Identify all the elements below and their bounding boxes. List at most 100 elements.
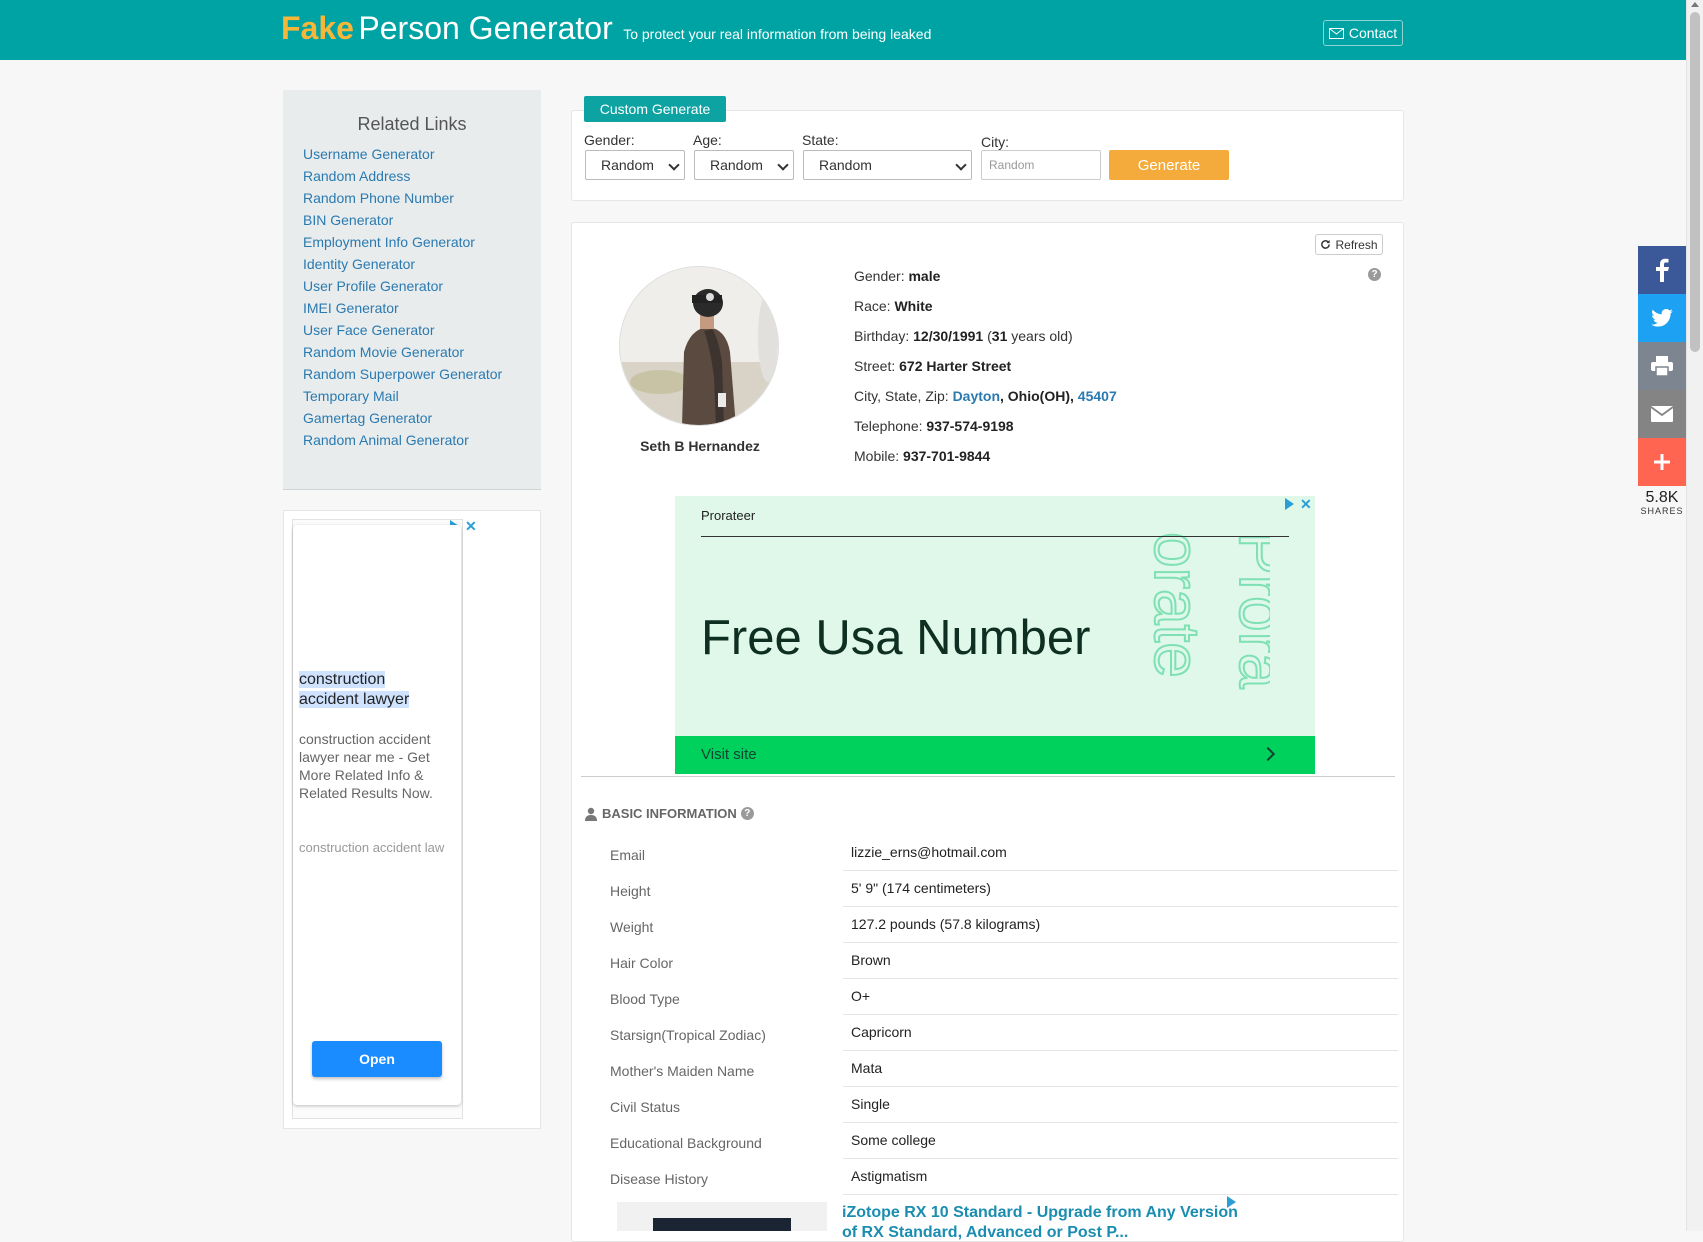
close-ad-icon[interactable]: ✕ (465, 519, 477, 533)
custom-generate-tab[interactable]: Custom Generate (584, 96, 726, 122)
svg-text:Prora: Prora (1226, 532, 1270, 689)
more-share-button[interactable] (1638, 438, 1686, 486)
facebook-icon (1656, 258, 1669, 282)
mail-icon (1328, 27, 1344, 39)
adchoices-icon[interactable] (1227, 1196, 1236, 1208)
share-label: SHARES (1640, 506, 1684, 516)
bottom-ad-title[interactable]: iZotope RX 10 Standard - Upgrade from An… (842, 1204, 1238, 1222)
print-button[interactable] (1638, 342, 1686, 390)
center-ad-divider (701, 536, 1289, 537)
related-link[interactable]: IMEI Generator (303, 297, 541, 319)
telephone-value: 937-574-9198 (926, 418, 1014, 434)
sidebar-ad: ✕ construction accident lawyer construct… (283, 510, 541, 1129)
related-links-title: Related Links (357, 114, 467, 134)
center-ad[interactable]: Prora orate Prorateer Free Usa Number ✕ … (675, 496, 1315, 774)
refresh-button[interactable]: Refresh (1315, 234, 1383, 255)
row-key: Weight (610, 918, 654, 935)
email-icon (1651, 406, 1673, 422)
related-link[interactable]: User Face Generator (303, 319, 541, 341)
age-select[interactable]: Random (694, 150, 794, 180)
print-icon (1651, 356, 1673, 376)
birthday-line: Birthday: 12/30/1991 (31 years old) (854, 325, 1117, 355)
site-logo[interactable]: Fake Person Generator To protect your re… (281, 10, 931, 47)
table-row: Starsign(Tropical Zodiac) Capricorn (580, 1014, 1398, 1051)
sidebar-ad-headline[interactable]: construction accident lawyer (299, 670, 449, 710)
visit-site-bar[interactable]: Visit site (675, 736, 1315, 774)
ad-open-button[interactable]: Open (312, 1041, 442, 1077)
zip-link[interactable]: 45407 (1078, 388, 1117, 404)
table-row: Mother's Maiden Name Mata (580, 1050, 1398, 1087)
city-input[interactable] (981, 150, 1101, 180)
row-value: Mata (843, 1050, 1398, 1087)
generate-button[interactable]: Generate (1109, 150, 1229, 180)
close-ad-icon[interactable]: ✕ (1300, 497, 1312, 511)
row-key: Mother's Maiden Name (610, 1062, 755, 1079)
related-link[interactable]: Random Superpower Generator (303, 363, 541, 385)
mobile-label: Mobile: (854, 448, 900, 464)
age-suffix: years old) (1011, 328, 1073, 344)
row-key: Blood Type (610, 990, 680, 1007)
related-link[interactable]: BIN Generator (303, 209, 541, 231)
user-icon (585, 807, 597, 821)
table-row: Weight 127.2 pounds (57.8 kilograms) (580, 906, 1398, 943)
gender-select[interactable]: Random (585, 150, 685, 180)
twitter-share-button[interactable] (1638, 294, 1686, 342)
state-select-value: Random (819, 157, 872, 173)
related-link[interactable]: Employment Info Generator (303, 231, 541, 253)
help-icon[interactable]: ? (740, 807, 754, 820)
gender-select-value: Random (601, 157, 654, 173)
bottom-ad-subtitle[interactable]: of RX Standard, Advanced or Post P... (842, 1224, 1128, 1242)
scrollbar-thumb[interactable] (1690, 12, 1700, 352)
share-count: 5.8K (1645, 489, 1679, 506)
scroll-up-icon[interactable] (1691, 2, 1699, 7)
brand-fake: Fake (281, 10, 354, 46)
city-state-zip-line: City, State, Zip: Dayton, Ohio(OH), 4540… (854, 385, 1117, 415)
facebook-share-button[interactable] (1638, 246, 1686, 294)
row-value: Capricorn (843, 1014, 1398, 1051)
row-value: O+ (843, 978, 1398, 1015)
race-value: White (894, 298, 933, 314)
gender-label: Gender: (584, 132, 635, 148)
race-line: Race: White (854, 295, 1117, 325)
adchoices-icon[interactable] (1285, 498, 1294, 510)
bottom-ad-choices[interactable] (1227, 1196, 1236, 1208)
person-photo (620, 267, 778, 425)
age-label: Age: (693, 132, 722, 148)
related-link[interactable]: Random Animal Generator (303, 429, 541, 451)
help-icon[interactable]: ? (1368, 268, 1381, 281)
refresh-icon (1321, 239, 1331, 249)
chevron-down-icon (777, 159, 789, 171)
ad-logo-watermark: Prora orate (1140, 532, 1270, 690)
related-link[interactable]: Temporary Mail (303, 385, 541, 407)
related-link[interactable]: Identity Generator (303, 253, 541, 275)
ad-headline-line2: accident lawyer (299, 691, 410, 708)
table-row: Email lizzie_erns@hotmail.com (580, 834, 1398, 871)
row-key: Starsign(Tropical Zodiac) (610, 1026, 766, 1043)
row-value: Single (843, 1086, 1398, 1123)
contact-button[interactable]: Contact (1323, 20, 1403, 46)
city-label: City: (981, 134, 1009, 150)
city-link[interactable]: Dayton (953, 388, 1000, 404)
street-line: Street: 672 Harter Street (854, 355, 1117, 385)
sidebar-ad-card[interactable]: construction accident lawyer constructio… (293, 525, 461, 1105)
visit-site-label: Visit site (701, 746, 757, 763)
csz-label: City, State, Zip: (854, 388, 949, 404)
bottom-ad-thumbnail (617, 1202, 827, 1231)
center-ad-choices[interactable]: ✕ (1285, 497, 1312, 511)
page-scrollbar[interactable] (1686, 0, 1703, 1231)
related-link[interactable]: Gamertag Generator (303, 407, 541, 429)
street-label: Street: (854, 358, 896, 374)
state-select[interactable]: Random (803, 150, 972, 180)
email-share-button[interactable] (1638, 390, 1686, 438)
profile-summary: Gender: male Race: White Birthday: 12/30… (854, 265, 1117, 475)
state-value: , Ohio(OH), (1000, 388, 1074, 404)
related-link[interactable]: Random Address (303, 165, 541, 187)
chevron-right-icon (1260, 746, 1276, 762)
brand-name: Person Generator (358, 10, 613, 46)
bottom-ad[interactable]: iZotope RX 10 Standard - Upgrade from An… (617, 1202, 1238, 1241)
related-link[interactable]: User Profile Generator (303, 275, 541, 297)
related-link[interactable]: Random Phone Number (303, 187, 541, 209)
related-link[interactable]: Username Generator (303, 143, 541, 165)
related-link[interactable]: Random Movie Generator (303, 341, 541, 363)
row-key: Hair Color (610, 954, 674, 971)
